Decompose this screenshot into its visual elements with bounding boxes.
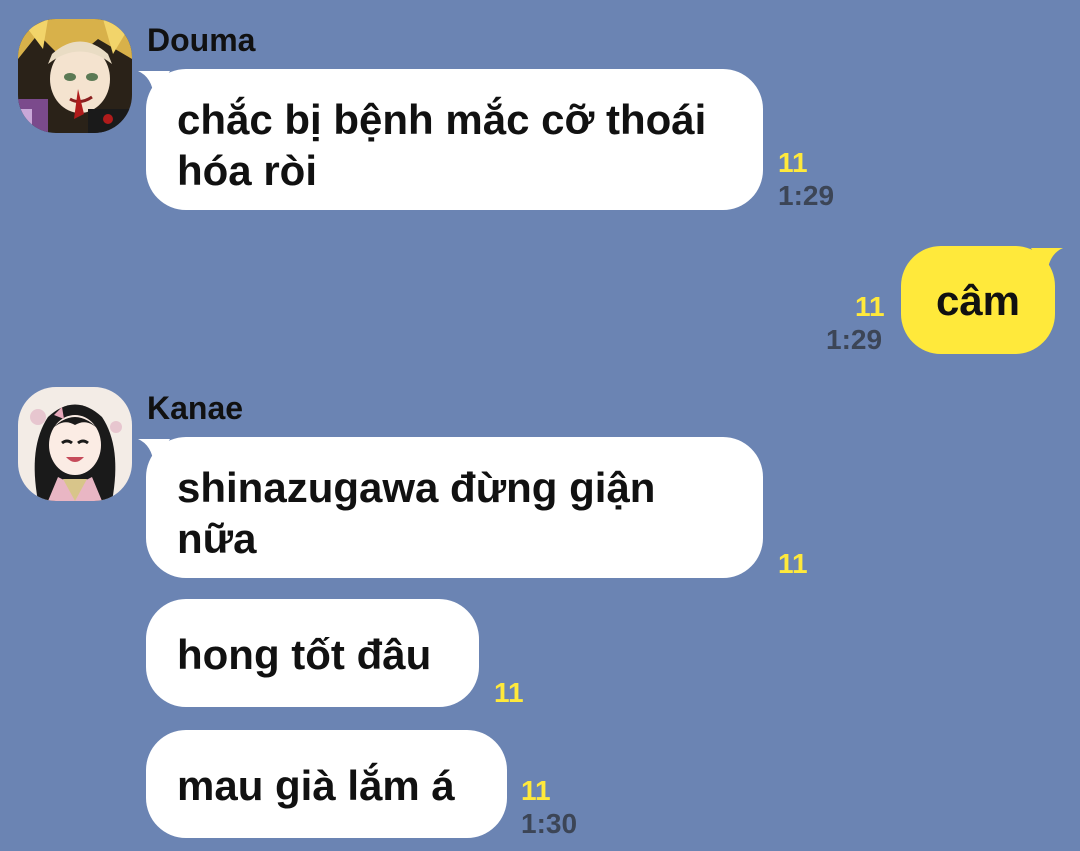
read-count: 11 bbox=[778, 548, 808, 579]
read-count: 11 bbox=[494, 677, 524, 708]
douma-avatar-image bbox=[18, 19, 132, 133]
message-bubble[interactable]: chắc bị bệnh mắc cỡ thoái hóa ròi bbox=[138, 69, 763, 210]
read-count: 11 bbox=[855, 291, 885, 322]
bubble-tail bbox=[1031, 248, 1063, 274]
message-text: mau già lắm á bbox=[177, 762, 455, 809]
message-bubble-outgoing[interactable]: câm bbox=[901, 246, 1063, 354]
sender-name: Douma bbox=[147, 22, 256, 58]
timestamp: 1:29 bbox=[826, 324, 883, 355]
bubble-tail bbox=[138, 439, 170, 465]
avatar-douma[interactable] bbox=[18, 19, 132, 133]
message-text: chắc bị bệnh mắc cỡ thoái hóa ròi bbox=[177, 96, 707, 194]
message-text: hong tốt đâu bbox=[177, 631, 432, 678]
sender-name: Kanae bbox=[147, 390, 244, 426]
timestamp: 1:29 bbox=[778, 180, 835, 211]
message-text: shinazugawa đừng giận nữa bbox=[177, 464, 656, 562]
message-bubble[interactable]: hong tốt đâu bbox=[146, 599, 479, 707]
read-count: 11 bbox=[521, 775, 551, 806]
message-bubble[interactable]: mau già lắm á bbox=[146, 730, 507, 838]
avatar-kanae[interactable] bbox=[18, 387, 132, 501]
read-count: 11 bbox=[778, 147, 808, 178]
message-text: câm bbox=[935, 277, 1021, 324]
kanae-avatar-image bbox=[18, 387, 132, 501]
timestamp: 1:30 bbox=[521, 808, 578, 839]
bubble-tail bbox=[138, 71, 170, 97]
message-bubble[interactable]: shinazugawa đừng giận nữa bbox=[138, 437, 763, 578]
